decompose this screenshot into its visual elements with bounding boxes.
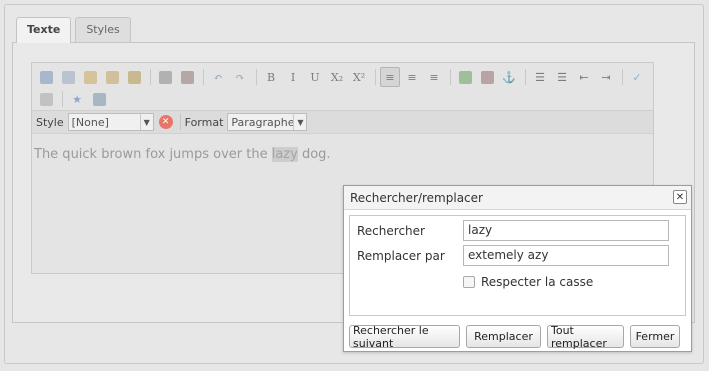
chevron-down-icon: ▼ — [293, 114, 306, 130]
star-icon[interactable]: ★ — [67, 89, 87, 109]
search-label: Rechercher — [357, 224, 425, 238]
find-replace-glyph — [92, 92, 106, 106]
format-bar: Style [None] ▼ ✕ Format Paragraphe ▼ — [32, 110, 653, 134]
chevron-down-icon: ▼ — [139, 114, 153, 130]
redo-icon[interactable]: ↷ — [230, 67, 250, 87]
toolbar-separator — [256, 69, 257, 85]
table-glyph — [39, 92, 53, 106]
link-glyph — [158, 70, 172, 84]
image-glyph — [458, 70, 472, 84]
indent-icon[interactable]: ⇥ — [596, 67, 616, 87]
close-icon[interactable]: ✕ — [673, 190, 687, 204]
underline-icon[interactable]: U — [305, 67, 325, 87]
content-text: The quick brown fox jumps over the — [34, 147, 272, 162]
toolbar-separator — [62, 91, 63, 107]
link-icon[interactable] — [155, 67, 175, 87]
numbered-list-icon[interactable]: ☰ — [552, 67, 572, 87]
image-icon[interactable] — [455, 67, 475, 87]
tab-bar: Texte Styles — [16, 17, 135, 43]
tab-styles[interactable]: Styles — [75, 17, 131, 42]
anchor-icon[interactable]: ⚓ — [499, 67, 519, 87]
bullet-list-icon[interactable]: ☰ — [530, 67, 550, 87]
align-right-icon[interactable]: ≡ — [424, 67, 444, 87]
unlink-icon[interactable] — [177, 67, 197, 87]
toolbar-separator — [450, 69, 451, 85]
toolbar-separator — [203, 69, 204, 85]
toolbar-separator — [150, 69, 151, 85]
paste-text-icon[interactable] — [102, 67, 122, 87]
style-select-value: [None] — [71, 115, 109, 129]
match-case-checkbox[interactable] — [463, 276, 475, 288]
format-label: Format — [184, 115, 224, 129]
content-text-end: dog. — [297, 147, 331, 162]
tab-texte[interactable]: Texte — [16, 17, 72, 43]
flash-icon[interactable] — [477, 67, 497, 87]
match-case-row[interactable]: Respecter la casse — [463, 275, 593, 289]
style-label: Style — [36, 115, 64, 129]
spellcheck-icon[interactable]: ✓ — [627, 67, 647, 87]
close-button[interactable]: Fermer — [630, 325, 680, 348]
replace-all-button[interactable]: Tout remplacer — [547, 324, 624, 350]
subscript-icon[interactable]: X₂ — [327, 67, 347, 87]
toolbar-separator — [375, 69, 376, 85]
replace-input[interactable]: extemely azy — [463, 245, 669, 266]
superscript-icon[interactable]: X² — [349, 67, 369, 87]
cut-glyph — [39, 70, 53, 84]
dialog-footer: Rechercher le suivant Remplacer Tout rem… — [344, 322, 691, 351]
search-input[interactable]: lazy — [463, 220, 669, 241]
format-select[interactable]: Paragraphe ▼ — [227, 113, 308, 131]
divider — [179, 114, 181, 130]
match-case-label: Respecter la casse — [481, 275, 594, 289]
toolbar-row-2: ★ — [36, 88, 111, 110]
outdent-icon[interactable]: ⇤ — [574, 67, 594, 87]
undo-icon[interactable]: ↶ — [208, 67, 228, 87]
paste-glyph — [83, 70, 97, 84]
paste-word-glyph — [127, 70, 141, 84]
bold-icon[interactable]: B — [261, 67, 281, 87]
style-select[interactable]: [None] ▼ — [67, 113, 154, 131]
copy-icon[interactable] — [58, 67, 78, 87]
find-replace-dialog: Rechercher/remplacer ✕ Rechercher lazy R… — [343, 185, 692, 352]
toolbar-separator — [525, 69, 526, 85]
paste-word-icon[interactable] — [124, 67, 144, 87]
toolbar-row-1: ↶ ↷ B I U X₂ X² ≡ ≡ ≡ ⚓ ☰ ☰ ⇤ ⇥ ✓ — [36, 66, 649, 88]
align-center-icon[interactable]: ≡ — [402, 67, 422, 87]
dialog-title: Rechercher/remplacer — [350, 190, 483, 205]
align-left-icon[interactable]: ≡ — [380, 67, 400, 87]
search-match-highlight: lazy — [271, 147, 298, 162]
replace-button[interactable]: Remplacer — [466, 325, 541, 348]
format-select-value: Paragraphe — [231, 115, 295, 129]
replace-label: Remplacer par — [357, 249, 445, 263]
find-next-button[interactable]: Rechercher le suivant — [349, 324, 460, 350]
dialog-titlebar[interactable]: Rechercher/remplacer — [344, 186, 691, 210]
paste-text-glyph — [105, 70, 119, 84]
paste-icon[interactable] — [80, 67, 100, 87]
copy-glyph — [61, 70, 75, 84]
dialog-body: Rechercher lazy Remplacer par extemely a… — [349, 215, 686, 316]
italic-icon[interactable]: I — [283, 67, 303, 87]
flash-glyph — [480, 70, 494, 84]
cut-icon[interactable] — [36, 67, 56, 87]
find-replace-icon[interactable] — [89, 89, 109, 109]
table-icon[interactable] — [36, 89, 56, 109]
toolbar-separator — [622, 69, 623, 85]
clear-style-icon[interactable]: ✕ — [158, 115, 173, 129]
unlink-glyph — [180, 70, 194, 84]
